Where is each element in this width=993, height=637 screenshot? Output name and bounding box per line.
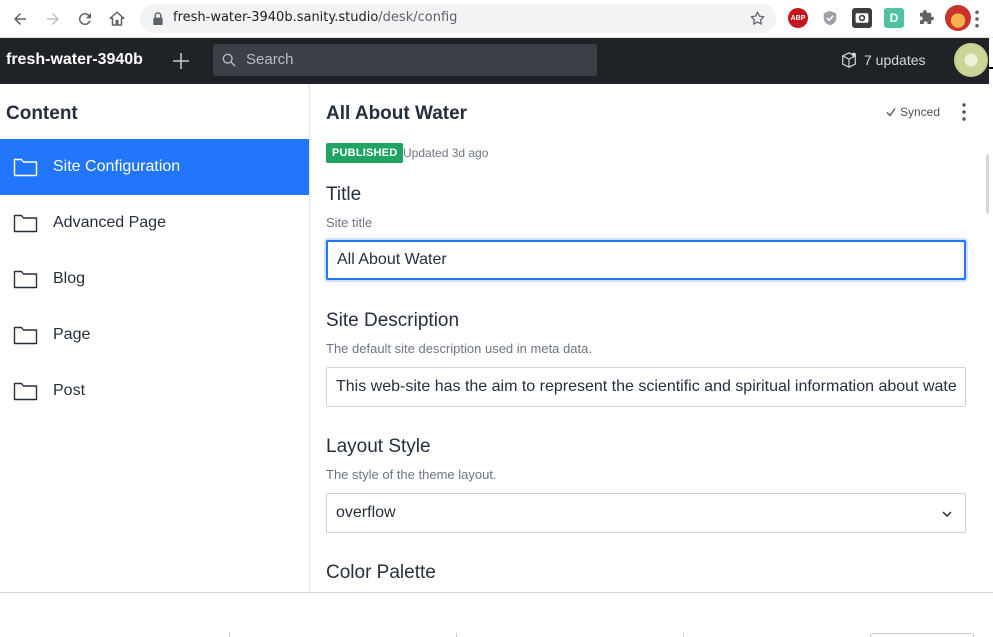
folder-icon — [13, 382, 38, 401]
layout-style-description: The style of the theme layout. — [326, 467, 497, 482]
camera-extension-icon[interactable] — [852, 8, 872, 28]
arrow-right-icon — [47, 13, 59, 25]
updated-timestamp: Updated 3d ago — [403, 146, 489, 160]
search-icon — [222, 53, 236, 67]
folder-icon — [13, 214, 38, 233]
search-placeholder: Search — [246, 51, 294, 68]
browser-menu-button[interactable] — [970, 8, 984, 30]
divider — [683, 633, 684, 637]
lock-icon — [153, 12, 163, 25]
document-menu-button[interactable] — [956, 101, 972, 123]
list-item-label: Blog — [53, 270, 86, 287]
layout-style-label: Layout Style — [326, 436, 431, 457]
list-item-site-configuration[interactable]: Site Configuration — [0, 139, 309, 195]
project-title[interactable]: fresh-water-3940b — [6, 51, 143, 69]
create-document-button[interactable] — [169, 49, 193, 73]
bottom-button-edge[interactable] — [870, 633, 974, 637]
list-item-page[interactable]: Page — [0, 307, 309, 363]
title-field-description: Site title — [326, 215, 373, 230]
list-item-blog[interactable]: Blog — [0, 251, 309, 307]
title-input[interactable] — [326, 240, 966, 280]
plus-icon — [173, 53, 189, 69]
shield-extension-icon[interactable] — [820, 8, 840, 28]
folder-icon — [13, 270, 38, 289]
site-description-input[interactable] — [326, 367, 966, 407]
pane-title: Content — [6, 103, 78, 124]
updates-button[interactable]: 7 updates — [840, 51, 926, 69]
sync-status: Synced — [886, 105, 940, 119]
forward-button[interactable] — [42, 8, 64, 30]
reload-button[interactable] — [74, 8, 96, 30]
site-description-label: Site Description — [326, 310, 460, 331]
url-text: fresh-water-3940b.sanity.studio/desk/con… — [173, 10, 457, 25]
status-badge: PUBLISHED — [326, 143, 404, 163]
kebab-menu-icon — [962, 103, 966, 121]
avatar[interactable] — [954, 43, 988, 77]
content-list: Site Configuration Advanced Page Blog Pa… — [0, 139, 309, 419]
abp-label: ABP — [790, 14, 806, 22]
folder-icon — [13, 158, 38, 177]
list-item-label: Advanced Page — [53, 214, 166, 231]
scrollbar[interactable] — [986, 154, 989, 214]
list-item-label: Page — [53, 326, 91, 343]
profile-icon[interactable] — [945, 5, 971, 31]
browser-toolbar: fresh-water-3940b.sanity.studio/desk/con… — [0, 0, 993, 38]
home-button[interactable] — [106, 8, 128, 30]
reload-icon — [78, 13, 91, 26]
text-cursor-mark — [989, 67, 993, 69]
abp-icon[interactable]: ABP — [788, 8, 808, 28]
content-pane: Content Site Configuration Advanced Page… — [0, 84, 310, 592]
list-item-post[interactable]: Post — [0, 363, 309, 419]
back-button[interactable] — [9, 8, 31, 30]
layout-style-value: overflow — [336, 504, 396, 521]
home-icon — [109, 11, 125, 26]
site-description-description: The default site description used in met… — [326, 341, 592, 356]
bottom-strip — [0, 592, 993, 637]
studio-navbar: fresh-water-3940b Search 7 updates — [0, 38, 989, 84]
d-extension-icon[interactable]: D — [884, 8, 904, 28]
color-palette-label: Color Palette — [326, 562, 436, 583]
divider — [456, 633, 457, 637]
arrow-left-icon — [14, 13, 26, 25]
folder-icon — [13, 326, 38, 345]
divider — [229, 633, 230, 637]
url-host: fresh-water-3940b.sanity.studio — [173, 10, 379, 25]
bookmark-star-icon[interactable] — [749, 10, 766, 27]
list-item-label: Post — [53, 382, 86, 399]
title-field-label: Title — [326, 184, 362, 205]
sync-status-label: Synced — [900, 105, 941, 119]
address-bar[interactable]: fresh-water-3940b.sanity.studio/desk/con… — [140, 4, 776, 33]
document-title: All About Water — [326, 103, 468, 124]
package-icon — [842, 52, 856, 68]
list-item-advanced-page[interactable]: Advanced Page — [0, 195, 309, 251]
chevron-down-icon — [942, 511, 952, 518]
updates-label: 7 updates — [864, 52, 926, 68]
url-path: /desk/config — [378, 10, 458, 25]
search-input[interactable]: Search — [213, 44, 597, 76]
puzzle-icon[interactable] — [916, 8, 936, 28]
list-item-label: Site Configuration — [53, 158, 181, 175]
layout-style-select[interactable]: overflow — [326, 493, 966, 533]
d-label: D — [889, 11, 899, 25]
document-pane: All About Water Synced PUBLISHED Updated… — [310, 84, 989, 592]
check-icon — [886, 108, 896, 117]
kebab-menu-icon — [975, 10, 979, 28]
